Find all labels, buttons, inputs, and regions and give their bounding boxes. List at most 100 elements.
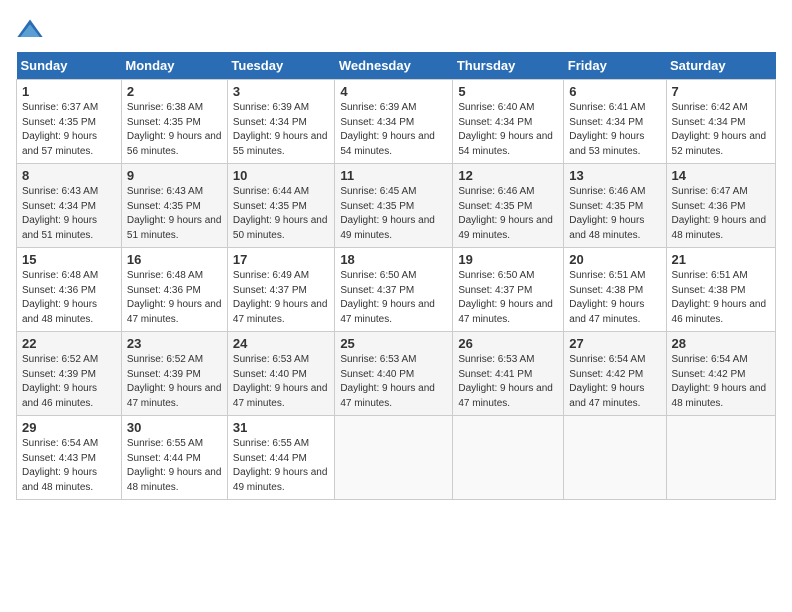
calendar-header-row: SundayMondayTuesdayWednesdayThursdayFrid… <box>17 52 776 80</box>
day-detail: Sunrise: 6:51 AMSunset: 4:38 PMDaylight:… <box>672 269 770 327</box>
day-number: 29 <box>22 420 116 435</box>
logo-icon <box>16 16 44 44</box>
day-number: 8 <box>22 168 116 183</box>
day-detail: Sunrise: 6:54 AMSunset: 4:43 PMDaylight:… <box>22 437 116 495</box>
header-saturday: Saturday <box>666 52 775 80</box>
day-detail: Sunrise: 6:45 AMSunset: 4:35 PMDaylight:… <box>340 185 447 243</box>
calendar-cell: 30Sunrise: 6:55 AMSunset: 4:44 PMDayligh… <box>121 416 227 500</box>
calendar-cell: 28 Sunrise: 6:54 AMSunset: 4:42 PMDayligh… <box>666 332 775 416</box>
day-number: 10 <box>233 168 329 183</box>
day-number: 13 <box>569 168 660 183</box>
calendar-cell: 8 Sunrise: 6:43 AMSunset: 4:34 PMDaylight… <box>17 164 122 248</box>
calendar-cell: 26 Sunrise: 6:53 AMSunset: 4:41 PMDayligh… <box>453 332 564 416</box>
day-detail: Sunrise: 6:48 AMSunset: 4:36 PMDaylight:… <box>127 269 222 327</box>
day-number: 15 <box>22 252 116 267</box>
day-detail: Sunrise: 6:43 AMSunset: 4:35 PMDaylight:… <box>127 185 222 243</box>
day-detail: Sunrise: 6:43 AMSunset: 4:34 PMDaylight:… <box>22 185 116 243</box>
calendar-cell: 29 Sunrise: 6:54 AMSunset: 4:43 PMDayligh… <box>17 416 122 500</box>
day-number: 6 <box>569 84 660 99</box>
day-detail: Sunrise: 6:48 AMSunset: 4:36 PMDaylight:… <box>22 269 116 327</box>
day-detail: Sunrise: 6:55 AMSunset: 4:44 PMDaylight:… <box>233 437 329 495</box>
calendar-cell: 12Sunrise: 6:46 AMSunset: 4:35 PMDayligh… <box>453 164 564 248</box>
day-detail: Sunrise: 6:47 AMSunset: 4:36 PMDaylight:… <box>672 185 770 243</box>
day-detail: Sunrise: 6:51 AMSunset: 4:38 PMDaylight:… <box>569 269 660 327</box>
calendar-cell <box>335 416 453 500</box>
header-tuesday: Tuesday <box>227 52 334 80</box>
calendar-cell: 6 Sunrise: 6:41 AMSunset: 4:34 PMDaylight… <box>564 80 666 164</box>
day-number: 24 <box>233 336 329 351</box>
day-detail: Sunrise: 6:50 AMSunset: 4:37 PMDaylight:… <box>340 269 447 327</box>
day-number: 18 <box>340 252 447 267</box>
day-detail: Sunrise: 6:54 AMSunset: 4:42 PMDaylight:… <box>569 353 660 411</box>
day-detail: Sunrise: 6:53 AMSunset: 4:40 PMDaylight:… <box>340 353 447 411</box>
day-detail: Sunrise: 6:39 AMSunset: 4:34 PMDaylight:… <box>233 101 329 159</box>
header-friday: Friday <box>564 52 666 80</box>
day-number: 14 <box>672 168 770 183</box>
day-number: 16 <box>127 252 222 267</box>
calendar-week-4: 22 Sunrise: 6:52 AMSunset: 4:39 PMDayligh… <box>17 332 776 416</box>
calendar-cell: 14 Sunrise: 6:47 AMSunset: 4:36 PMDayligh… <box>666 164 775 248</box>
calendar-cell: 31Sunrise: 6:55 AMSunset: 4:44 PMDayligh… <box>227 416 334 500</box>
page-header <box>16 16 776 44</box>
calendar-cell: 15 Sunrise: 6:48 AMSunset: 4:36 PMDayligh… <box>17 248 122 332</box>
calendar-cell <box>453 416 564 500</box>
calendar-cell: 22 Sunrise: 6:52 AMSunset: 4:39 PMDayligh… <box>17 332 122 416</box>
calendar-cell: 11 Sunrise: 6:45 AMSunset: 4:35 PMDayligh… <box>335 164 453 248</box>
day-detail: Sunrise: 6:53 AMSunset: 4:41 PMDaylight:… <box>458 353 558 411</box>
day-detail: Sunrise: 6:37 AMSunset: 4:35 PMDaylight:… <box>22 101 116 159</box>
header-sunday: Sunday <box>17 52 122 80</box>
calendar-cell: 25 Sunrise: 6:53 AMSunset: 4:40 PMDayligh… <box>335 332 453 416</box>
day-detail: Sunrise: 6:55 AMSunset: 4:44 PMDaylight:… <box>127 437 222 495</box>
calendar-cell: 17Sunrise: 6:49 AMSunset: 4:37 PMDayligh… <box>227 248 334 332</box>
day-detail: Sunrise: 6:49 AMSunset: 4:37 PMDaylight:… <box>233 269 329 327</box>
calendar-cell: 23Sunrise: 6:52 AMSunset: 4:39 PMDayligh… <box>121 332 227 416</box>
day-number: 5 <box>458 84 558 99</box>
calendar-cell <box>666 416 775 500</box>
day-number: 22 <box>22 336 116 351</box>
day-number: 20 <box>569 252 660 267</box>
day-number: 27 <box>569 336 660 351</box>
day-number: 1 <box>22 84 116 99</box>
header-wednesday: Wednesday <box>335 52 453 80</box>
calendar-table: SundayMondayTuesdayWednesdayThursdayFrid… <box>16 52 776 500</box>
calendar-cell: 19 Sunrise: 6:50 AMSunset: 4:37 PMDayligh… <box>453 248 564 332</box>
logo <box>16 16 48 44</box>
day-detail: Sunrise: 6:53 AMSunset: 4:40 PMDaylight:… <box>233 353 329 411</box>
calendar-week-3: 15 Sunrise: 6:48 AMSunset: 4:36 PMDayligh… <box>17 248 776 332</box>
calendar-week-1: 1 Sunrise: 6:37 AMSunset: 4:35 PMDaylight… <box>17 80 776 164</box>
day-number: 4 <box>340 84 447 99</box>
day-number: 9 <box>127 168 222 183</box>
day-detail: Sunrise: 6:46 AMSunset: 4:35 PMDaylight:… <box>458 185 558 243</box>
day-number: 25 <box>340 336 447 351</box>
header-thursday: Thursday <box>453 52 564 80</box>
calendar-cell: 9 Sunrise: 6:43 AMSunset: 4:35 PMDaylight… <box>121 164 227 248</box>
calendar-cell: 13 Sunrise: 6:46 AMSunset: 4:35 PMDayligh… <box>564 164 666 248</box>
calendar-cell: 16 Sunrise: 6:48 AMSunset: 4:36 PMDayligh… <box>121 248 227 332</box>
day-detail: Sunrise: 6:38 AMSunset: 4:35 PMDaylight:… <box>127 101 222 159</box>
day-number: 23 <box>127 336 222 351</box>
day-number: 2 <box>127 84 222 99</box>
day-detail: Sunrise: 6:44 AMSunset: 4:35 PMDaylight:… <box>233 185 329 243</box>
calendar-cell: 1 Sunrise: 6:37 AMSunset: 4:35 PMDaylight… <box>17 80 122 164</box>
calendar-cell: 24 Sunrise: 6:53 AMSunset: 4:40 PMDayligh… <box>227 332 334 416</box>
day-detail: Sunrise: 6:54 AMSunset: 4:42 PMDaylight:… <box>672 353 770 411</box>
calendar-cell: 2 Sunrise: 6:38 AMSunset: 4:35 PMDaylight… <box>121 80 227 164</box>
day-detail: Sunrise: 6:52 AMSunset: 4:39 PMDaylight:… <box>22 353 116 411</box>
calendar-week-5: 29 Sunrise: 6:54 AMSunset: 4:43 PMDayligh… <box>17 416 776 500</box>
day-detail: Sunrise: 6:41 AMSunset: 4:34 PMDaylight:… <box>569 101 660 159</box>
day-number: 19 <box>458 252 558 267</box>
day-detail: Sunrise: 6:50 AMSunset: 4:37 PMDaylight:… <box>458 269 558 327</box>
day-number: 11 <box>340 168 447 183</box>
day-detail: Sunrise: 6:42 AMSunset: 4:34 PMDaylight:… <box>672 101 770 159</box>
calendar-cell: 4Sunrise: 6:39 AMSunset: 4:34 PMDaylight… <box>335 80 453 164</box>
calendar-cell: 21Sunrise: 6:51 AMSunset: 4:38 PMDayligh… <box>666 248 775 332</box>
calendar-cell <box>564 416 666 500</box>
day-number: 26 <box>458 336 558 351</box>
calendar-cell: 27 Sunrise: 6:54 AMSunset: 4:42 PMDayligh… <box>564 332 666 416</box>
day-number: 28 <box>672 336 770 351</box>
calendar-cell: 18 Sunrise: 6:50 AMSunset: 4:37 PMDayligh… <box>335 248 453 332</box>
day-detail: Sunrise: 6:40 AMSunset: 4:34 PMDaylight:… <box>458 101 558 159</box>
calendar-week-2: 8 Sunrise: 6:43 AMSunset: 4:34 PMDaylight… <box>17 164 776 248</box>
day-detail: Sunrise: 6:46 AMSunset: 4:35 PMDaylight:… <box>569 185 660 243</box>
calendar-cell: 5 Sunrise: 6:40 AMSunset: 4:34 PMDaylight… <box>453 80 564 164</box>
